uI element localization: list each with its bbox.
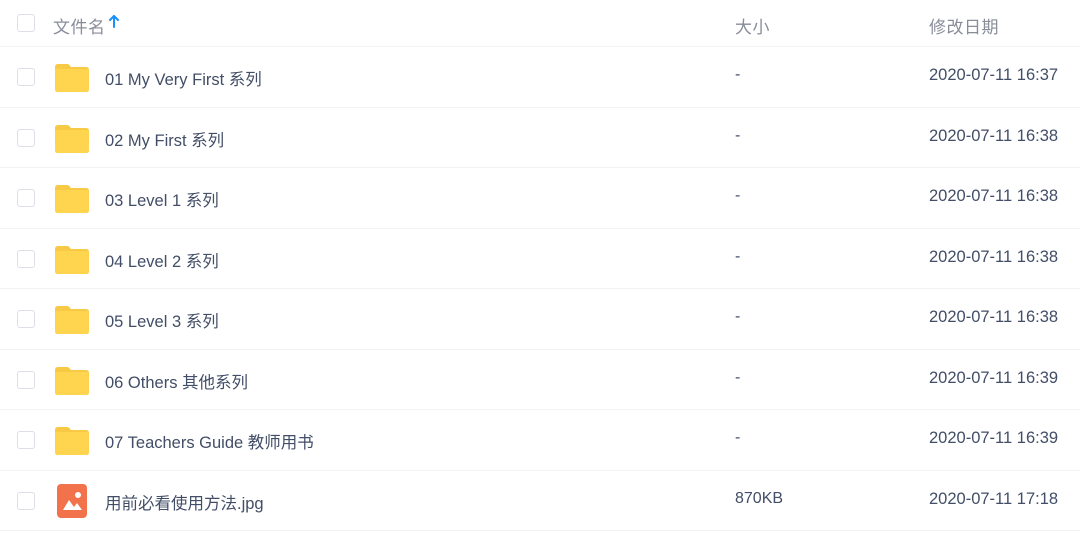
file-name-link[interactable]: 02 My First 系列: [105, 127, 224, 151]
row-checkbox[interactable]: [17, 431, 35, 449]
file-size: -: [735, 66, 741, 83]
file-name-link[interactable]: 用前必看使用方法.jpg: [105, 490, 264, 514]
table-row[interactable]: 04 Level 2 系列 - 2020-07-11 16:38: [0, 229, 1080, 289]
file-name-link[interactable]: 04 Level 2 系列: [105, 248, 219, 272]
modified-date: 2020-07-11 16:38: [929, 126, 1059, 145]
modified-date: 2020-07-11 16:38: [929, 247, 1059, 266]
folder-icon: [54, 120, 90, 156]
modified-date: 2020-07-11 16:39: [929, 429, 1059, 447]
row-checkbox[interactable]: [17, 310, 35, 328]
folder-icon: [54, 180, 90, 216]
row-checkbox[interactable]: [17, 189, 35, 207]
file-name-link[interactable]: 03 Level 1 系列: [105, 187, 219, 211]
file-size: 870KB: [735, 489, 784, 507]
folder-icon: [54, 301, 90, 337]
file-name-link[interactable]: 06 Others 其他系列: [105, 369, 248, 393]
table-row[interactable]: 01 My Very First 系列 - 2020-07-11 16:37: [0, 47, 1080, 108]
file-size: -: [735, 368, 741, 386]
file-list-table: 文件名 大小 修改日期 01 My Very First 系列 - 2020-07-…: [0, 0, 1080, 531]
row-checkbox[interactable]: [17, 128, 35, 147]
select-all-checkbox[interactable]: [17, 14, 35, 32]
file-size: -: [735, 429, 741, 446]
modified-date: 2020-07-11 16:38: [929, 308, 1059, 326]
column-header-modified[interactable]: 修改日期: [929, 13, 999, 38]
column-header-size[interactable]: 大小: [735, 13, 770, 38]
folder-icon: [54, 59, 90, 95]
modified-date: 2020-07-11 17:18: [929, 489, 1059, 508]
table-row[interactable]: 02 My First 系列 - 2020-07-11 16:38: [0, 108, 1080, 168]
modified-date: 2020-07-11 16:38: [929, 187, 1059, 205]
file-name-link[interactable]: 07 Teachers Guide 教师用书: [105, 429, 314, 453]
modified-date: 2020-07-11 16:37: [929, 66, 1059, 84]
modified-date: 2020-07-11 16:39: [929, 368, 1059, 387]
column-header-name[interactable]: 文件名: [53, 13, 106, 38]
file-name-link[interactable]: 05 Level 3 系列: [105, 308, 219, 332]
table-row[interactable]: 06 Others 其他系列 - 2020-07-11 16:39: [0, 350, 1080, 410]
file-size: -: [735, 187, 741, 204]
file-size: -: [735, 247, 741, 265]
row-checkbox[interactable]: [17, 491, 35, 510]
table-row[interactable]: 07 Teachers Guide 教师用书 - 2020-07-11 16:39: [0, 410, 1080, 471]
image-file-icon: [54, 483, 90, 519]
folder-icon: [54, 362, 90, 398]
table-row[interactable]: 用前必看使用方法.jpg 870KB 2020-07-11 17:18: [0, 471, 1080, 531]
folder-icon: [54, 422, 90, 458]
file-size: -: [735, 308, 741, 325]
table-row[interactable]: 03 Level 1 系列 - 2020-07-11 16:38: [0, 168, 1080, 229]
row-checkbox[interactable]: [17, 68, 35, 86]
table-header: 文件名 大小 修改日期: [0, 0, 1080, 47]
file-size: -: [735, 126, 741, 144]
row-checkbox[interactable]: [17, 370, 35, 389]
arrow-up-icon[interactable]: [108, 14, 120, 30]
row-checkbox[interactable]: [17, 249, 35, 268]
file-name-link[interactable]: 01 My Very First 系列: [105, 66, 262, 90]
folder-icon: [54, 241, 90, 277]
table-row[interactable]: 05 Level 3 系列 - 2020-07-11 16:38: [0, 289, 1080, 350]
